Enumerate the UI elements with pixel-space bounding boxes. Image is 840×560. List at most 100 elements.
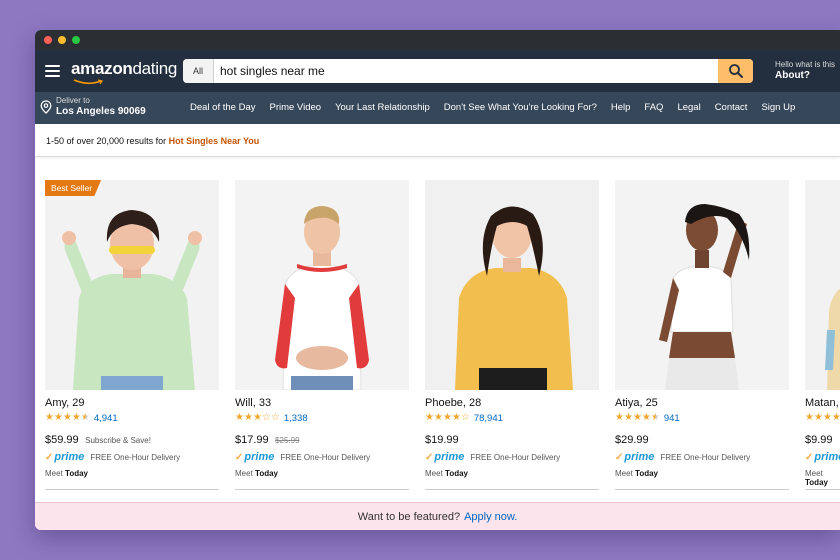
delivery-text: FREE One-Hour Delivery <box>280 452 371 462</box>
account-menu[interactable]: Hello what is this About? <box>775 60 835 81</box>
price-row: $19.99 <box>425 430 599 448</box>
person-photo-amy <box>45 180 219 390</box>
search-category-select[interactable]: All <box>183 59 214 83</box>
meet-when: Today <box>65 469 88 478</box>
nav-link-legal[interactable]: Legal <box>677 102 700 113</box>
nav-link-deal-of-the-day[interactable]: Deal of the Day <box>190 102 255 113</box>
star-icon: ★ <box>71 412 81 423</box>
results-summary: 1-50 of over 20,000 results for Hot Sing… <box>35 124 840 157</box>
meet-prefix: Meet <box>615 469 633 478</box>
product-card[interactable]: Phoebe, 28 ★ ★ ★ ★ ☆ 78,941 $19.99 ✓ prime FR… <box>425 180 599 490</box>
star-rating-icon: ★★★★☆ <box>425 413 470 423</box>
list-price: $25.99 <box>275 436 300 445</box>
meet-prefix: Meet <box>45 469 63 478</box>
prime-icon: ✓prime <box>45 451 85 463</box>
search-icon <box>728 64 743 78</box>
product-card[interactable]: Matan, ★★★★☆ $9.99 ✓prime Meet Today <box>805 180 840 490</box>
close-window-button[interactable] <box>44 36 52 44</box>
product-name[interactable]: Amy, 29 <box>45 397 219 409</box>
price-row: $29.99 <box>615 430 789 448</box>
rating: ★★★★☆ <box>805 412 840 424</box>
minimize-window-button[interactable] <box>58 36 66 44</box>
nav-link-dont-see-what-youre-looking-for[interactable]: Don't See What You're Looking For? <box>444 102 597 113</box>
nav-link-contact[interactable]: Contact <box>715 102 748 113</box>
menu-icon[interactable] <box>45 65 60 77</box>
rating: ★ ★ ★ ★ ★ 4,941 <box>45 412 219 424</box>
logo-amazon-text: amazon <box>71 59 133 78</box>
review-count[interactable]: 78,941 <box>474 413 503 424</box>
logo-dating-text: dating <box>132 59 178 78</box>
logo-smile-icon <box>73 79 104 85</box>
delivery-text: FREE One-Hour Delivery <box>90 452 181 462</box>
product-name[interactable]: Phoebe, 28 <box>425 397 599 409</box>
nav-links: Deal of the Day Prime Video Your Last Re… <box>190 102 795 113</box>
review-count[interactable]: 1,338 <box>284 413 308 424</box>
review-count[interactable]: 4,941 <box>94 413 118 424</box>
nav-link-sign-up[interactable]: Sign Up <box>761 102 795 113</box>
product-name[interactable]: Atiya, 25 <box>615 397 789 409</box>
star-icon: ★ <box>615 412 624 423</box>
product-photo[interactable]: Best Seller <box>45 180 219 390</box>
meet-when: Today <box>805 478 828 487</box>
prime-delivery: ✓ prime FREE One-Hour Delivery <box>425 451 599 463</box>
meet-when: Today <box>255 469 278 478</box>
site-logo[interactable]: amazondating <box>71 59 177 79</box>
product-photo[interactable] <box>235 180 409 390</box>
prime-delivery: ✓ prime FREE One-Hour Delivery <box>615 451 789 463</box>
featured-banner: Want to be featured? Apply now. <box>35 502 840 530</box>
product-photo[interactable] <box>615 180 789 390</box>
nav-link-prime-video[interactable]: Prime Video <box>269 102 321 113</box>
star-rating-icon: ★★★★☆ <box>805 413 840 423</box>
product-photo[interactable] <box>805 180 840 390</box>
star-icon: ☆ <box>270 412 280 423</box>
site-header: amazondating All Hello what is this Abou… <box>35 50 840 92</box>
product-card[interactable]: Will, 33 ★ ★ ★ ☆ ☆ 1,338 $17.99 $25.99 ✓ prim… <box>235 180 409 490</box>
prime-delivery: ✓ prime FREE One-Hour Delivery <box>45 451 219 463</box>
product-name[interactable]: Will, 33 <box>235 397 409 409</box>
product-card[interactable]: Best Seller Amy, 29 ★ ★ ★ ★ ★ 4,941 $59.99 S… <box>45 180 219 490</box>
meet-info: Meet Today <box>805 469 840 487</box>
star-rating-icon: ★ ★ ★ ☆ ☆ <box>235 413 280 423</box>
star-rating-icon: ★ ★ ★ ★ ★ <box>615 413 660 423</box>
banner-text: Want to be featured? <box>357 510 461 523</box>
nav-link-faq[interactable]: FAQ <box>644 102 663 113</box>
search-input[interactable] <box>214 59 718 83</box>
meet-info: Meet Today <box>425 469 599 478</box>
star-icon: ☆ <box>261 412 271 423</box>
product-name[interactable]: Matan, <box>805 397 840 409</box>
meet-prefix: Meet <box>805 469 823 478</box>
person-photo-atiya <box>615 180 789 390</box>
meet-info: Meet Today <box>615 469 789 478</box>
deliver-label: Deliver to <box>56 96 90 105</box>
star-icon: ★ <box>80 412 90 423</box>
prime-label: prime <box>814 451 840 463</box>
search-button[interactable] <box>718 59 753 83</box>
nav-link-your-last-relationship[interactable]: Your Last Relationship <box>335 102 430 113</box>
prime-delivery: ✓prime <box>805 451 840 463</box>
prime-delivery: ✓ prime FREE One-Hour Delivery <box>235 451 409 463</box>
price: $9.99 <box>805 434 833 446</box>
prime-label: prime <box>244 451 275 463</box>
meet-info: Meet Today <box>45 469 219 478</box>
prime-icon: ✓prime <box>425 451 465 463</box>
review-count[interactable]: 941 <box>664 413 680 424</box>
star-icon: ★ <box>45 412 54 423</box>
person-photo-phoebe <box>425 180 599 390</box>
apply-now-link[interactable]: Apply now. <box>464 511 517 523</box>
delivery-text: FREE One-Hour Delivery <box>470 452 561 462</box>
star-icon: ★ <box>822 412 832 423</box>
product-grid: Best Seller Amy, 29 ★ ★ ★ ★ ★ 4,941 $59.99 S… <box>35 180 840 502</box>
price: $19.99 <box>425 434 459 446</box>
rating: ★ ★ ★ ★ ☆ 78,941 <box>425 412 599 424</box>
product-photo[interactable] <box>425 180 599 390</box>
nav-link-help[interactable]: Help <box>611 102 631 113</box>
star-icon: ★ <box>813 412 823 423</box>
deliver-to[interactable]: Deliver to Los Angeles 90069 <box>40 96 146 118</box>
meet-when: Today <box>635 469 658 478</box>
maximize-window-button[interactable] <box>72 36 80 44</box>
meet-info: Meet Today <box>235 469 409 478</box>
star-icon: ★ <box>831 412 840 423</box>
location-pin-icon <box>40 100 52 114</box>
product-card[interactable]: Atiya, 25 ★ ★ ★ ★ ★ 941 $29.99 ✓ prime FREE O… <box>615 180 789 490</box>
star-icon: ☆ <box>460 412 470 423</box>
